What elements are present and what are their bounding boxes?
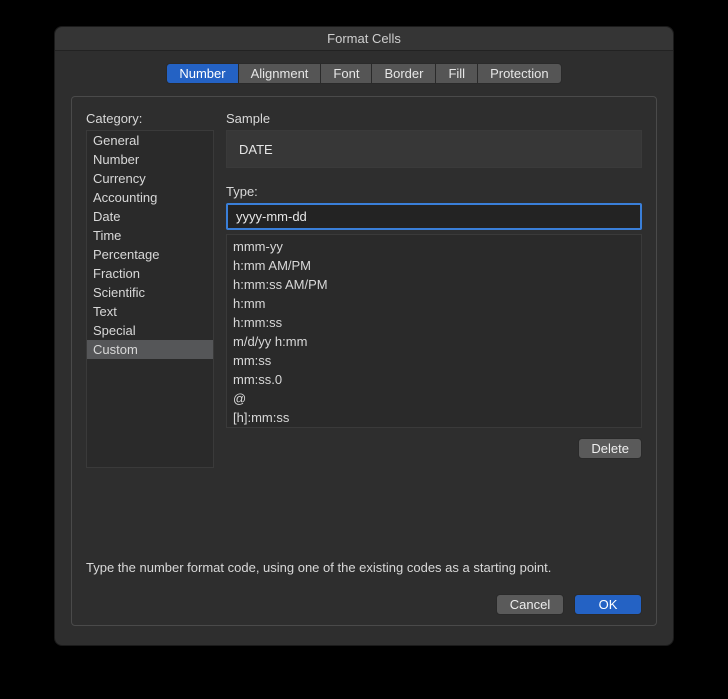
sample-value: DATE — [226, 130, 642, 168]
category-item[interactable]: Text — [87, 302, 213, 321]
tab-border[interactable]: Border — [371, 63, 435, 84]
category-item[interactable]: Accounting — [87, 188, 213, 207]
category-item[interactable]: Currency — [87, 169, 213, 188]
category-item[interactable]: Scientific — [87, 283, 213, 302]
category-item[interactable]: Special — [87, 321, 213, 340]
category-item[interactable]: General — [87, 131, 213, 150]
type-item[interactable]: h:mm:ss — [227, 313, 641, 332]
number-panel: Category: General Number Currency Accoun… — [71, 96, 657, 626]
type-item[interactable]: mm:ss.0 — [227, 370, 641, 389]
tab-alignment[interactable]: Alignment — [238, 63, 321, 84]
format-cells-window: Format Cells Number Alignment Font Borde… — [54, 26, 674, 646]
tab-bar: Number Alignment Font Border Fill Protec… — [55, 63, 673, 84]
category-item[interactable]: Time — [87, 226, 213, 245]
category-item[interactable]: Fraction — [87, 264, 213, 283]
type-item[interactable]: @ — [227, 389, 641, 408]
type-item[interactable]: mmm-yy — [227, 237, 641, 256]
ok-button[interactable]: OK — [574, 594, 642, 615]
category-item[interactable]: Number — [87, 150, 213, 169]
category-item[interactable]: Custom — [87, 340, 213, 359]
type-item[interactable]: [h]:mm:ss — [227, 408, 641, 427]
tab-font[interactable]: Font — [320, 63, 371, 84]
category-item[interactable]: Percentage — [87, 245, 213, 264]
type-item[interactable]: mm:ss — [227, 351, 641, 370]
type-item[interactable]: h:mm — [227, 294, 641, 313]
type-input[interactable] — [226, 203, 642, 230]
sample-label: Sample — [226, 111, 642, 126]
type-item[interactable]: h:mm:ss AM/PM — [227, 275, 641, 294]
type-item[interactable]: _($* #,##0_);_($* (#,##0);_($* "-"_);_(@… — [227, 427, 641, 428]
cancel-button[interactable]: Cancel — [496, 594, 564, 615]
type-item[interactable]: m/d/yy h:mm — [227, 332, 641, 351]
category-item[interactable]: Date — [87, 207, 213, 226]
type-list[interactable]: mmm-yy h:mm AM/PM h:mm:ss AM/PM h:mm h:m… — [226, 234, 642, 428]
tab-protection[interactable]: Protection — [477, 63, 562, 84]
window-title: Format Cells — [55, 27, 673, 51]
category-list[interactable]: General Number Currency Accounting Date … — [86, 130, 214, 468]
tab-number[interactable]: Number — [166, 63, 237, 84]
type-label: Type: — [226, 184, 642, 199]
category-label: Category: — [86, 111, 214, 126]
type-item[interactable]: h:mm AM/PM — [227, 256, 641, 275]
delete-button[interactable]: Delete — [578, 438, 642, 459]
hint-text: Type the number format code, using one o… — [86, 560, 642, 575]
tab-fill[interactable]: Fill — [435, 63, 477, 84]
